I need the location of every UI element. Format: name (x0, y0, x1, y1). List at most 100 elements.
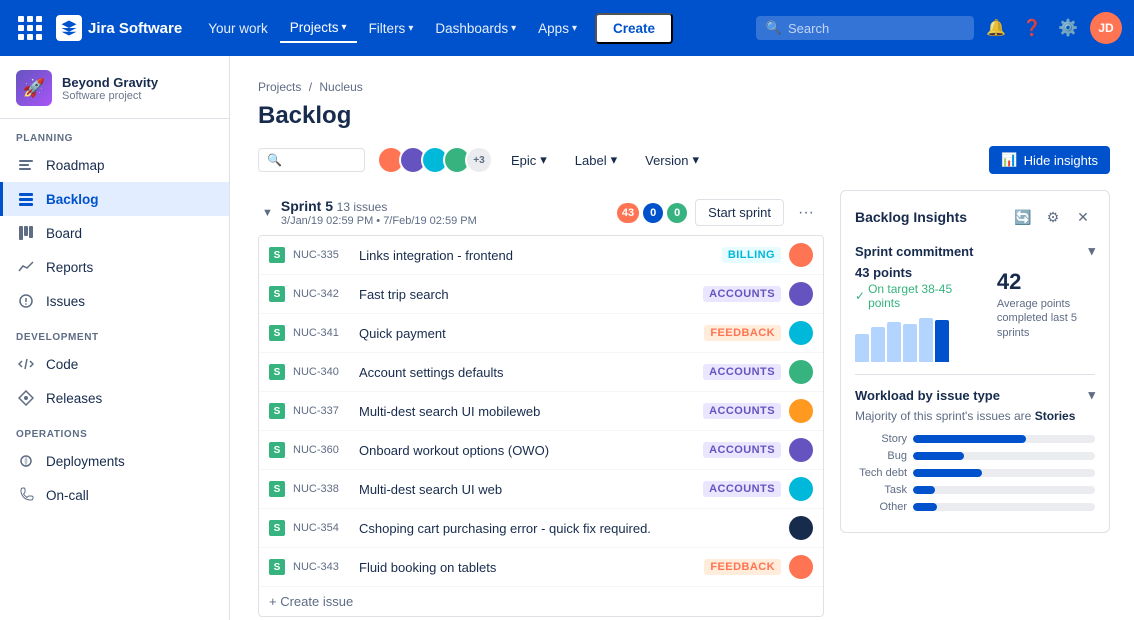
badge-orange: 43 (617, 203, 639, 223)
sidebar: 🚀 Beyond Gravity Software project PLANNI… (0, 56, 230, 620)
table-row[interactable]: S NUC-342 Fast trip search ACCOUNTS (259, 275, 823, 314)
dashboards-chevron: ▾ (511, 23, 516, 34)
issue-key: NUC-354 (293, 522, 351, 534)
issue-summary: Fluid booking on tablets (359, 560, 696, 575)
issues-label: Issues (46, 294, 85, 309)
table-row[interactable]: S NUC-337 Multi-dest search UI mobileweb… (259, 392, 823, 431)
search-issues-input[interactable] (286, 153, 356, 167)
project-name: Beyond Gravity (62, 75, 158, 90)
search-input[interactable] (788, 21, 964, 36)
badge-blue: 0 (643, 203, 663, 223)
nav-apps[interactable]: Apps ▾ (528, 15, 587, 42)
issue-key: NUC-338 (293, 483, 351, 495)
filters-chevron: ▾ (408, 23, 413, 34)
issue-label: BILLING (722, 247, 781, 263)
issue-summary: Fast trip search (359, 287, 695, 302)
issue-avatar (789, 555, 813, 579)
sidebar-item-issues[interactable]: Issues (0, 284, 229, 318)
on-call-icon (16, 485, 36, 505)
workload-row-other: Other (855, 501, 1095, 513)
issue-key: NUC-343 (293, 561, 351, 573)
table-row[interactable]: S NUC-354 Cshoping cart purchasing error… (259, 509, 823, 548)
epic-chevron: ▾ (540, 152, 547, 168)
sprint5-header[interactable]: ▼ Sprint 5 13 issues 3/Jan/19 02:59 PM •… (258, 190, 824, 235)
issue-type-icon: S (269, 559, 285, 575)
issue-avatar (789, 360, 813, 384)
insights-settings-icon[interactable]: ⚙ (1041, 205, 1065, 229)
main-content: ▼ Sprint 5 13 issues 3/Jan/19 02:59 PM •… (258, 190, 1110, 620)
sidebar-item-roadmap[interactable]: Roadmap (0, 148, 229, 182)
sidebar-item-reports[interactable]: Reports (0, 250, 229, 284)
insights-chart-icon: 📊 (1001, 152, 1017, 168)
label-filter[interactable]: Label ▾ (565, 147, 627, 173)
nav-your-work[interactable]: Your work (198, 15, 278, 42)
jira-logo-icon (56, 15, 82, 41)
hide-insights-button[interactable]: 📊 Hide insights (989, 146, 1110, 174)
issue-type-icon: S (269, 403, 285, 419)
sprint5-chevron: ▼ (262, 207, 273, 219)
sidebar-item-code[interactable]: Code (0, 347, 229, 381)
breadcrumb-projects[interactable]: Projects (258, 80, 301, 94)
apps-grid-icon[interactable] (12, 10, 48, 46)
workload-bar-fill-task (913, 486, 935, 494)
workload-label-story: Story (855, 433, 907, 445)
issue-key: NUC-342 (293, 288, 351, 300)
create-button[interactable]: Create (595, 13, 673, 44)
issue-key: NUC-341 (293, 327, 351, 339)
search-icon: 🔍 (766, 20, 782, 36)
search-issues-box[interactable]: 🔍 (258, 148, 365, 172)
chart-bar-4 (903, 324, 917, 362)
create-issue-button[interactable]: + Create issue (259, 587, 823, 616)
settings-icon[interactable]: ⚙️ (1054, 14, 1082, 42)
version-filter[interactable]: Version ▾ (635, 147, 709, 173)
sidebar-item-releases[interactable]: Releases (0, 381, 229, 415)
table-row[interactable]: S NUC-335 Links integration - frontend B… (259, 236, 823, 275)
issue-key: NUC-337 (293, 405, 351, 417)
avatar-overflow[interactable]: +3 (465, 146, 493, 174)
workload-bar-bg-techdebt (913, 469, 1095, 477)
workload-bar-fill-bug (913, 452, 964, 460)
start-sprint-button[interactable]: Start sprint (695, 199, 784, 226)
issue-key: NUC-360 (293, 444, 351, 456)
table-row[interactable]: S NUC-340 Account settings defaults ACCO… (259, 353, 823, 392)
assignee-filter[interactable]: +3 (377, 146, 493, 174)
breadcrumb-project[interactable]: Nucleus (319, 80, 362, 94)
sidebar-item-board[interactable]: Board (0, 216, 229, 250)
workload-label-other: Other (855, 501, 907, 513)
workload-row-story: Story (855, 433, 1095, 445)
jira-logo[interactable]: Jira Software (56, 15, 182, 41)
nav-filters[interactable]: Filters ▾ (359, 15, 424, 42)
table-row[interactable]: S NUC-343 Fluid booking on tablets FEEDB… (259, 548, 823, 587)
workload-bar-bg-bug (913, 452, 1095, 460)
insights-title: Backlog Insights (855, 209, 1005, 225)
user-avatar[interactable]: JD (1090, 12, 1122, 44)
insights-close-icon[interactable]: ✕ (1071, 205, 1095, 229)
insights-refresh-icon[interactable]: 🔄 (1011, 205, 1035, 229)
sprint5-count: 13 issues (337, 200, 388, 214)
sidebar-item-backlog[interactable]: Backlog (0, 182, 229, 216)
planning-section-label: PLANNING (0, 119, 229, 148)
sidebar-project[interactable]: 🚀 Beyond Gravity Software project (0, 56, 229, 119)
table-row[interactable]: S NUC-338 Multi-dest search UI web ACCOU… (259, 470, 823, 509)
search-box[interactable]: 🔍 (756, 16, 974, 40)
issue-label: FEEDBACK (704, 559, 781, 575)
epic-filter[interactable]: Epic ▾ (501, 147, 557, 173)
sprint5-badges: 43 0 0 (617, 203, 687, 223)
on-target-badge: ✓ On target 38-45 points (855, 282, 985, 310)
sprint5-more-button[interactable]: ··· (792, 200, 820, 226)
table-row[interactable]: S NUC-360 Onboard workout options (OWO) … (259, 431, 823, 470)
table-row[interactable]: S NUC-341 Quick payment FEEDBACK (259, 314, 823, 353)
sprint-commitment-title: Sprint commitment ▾ (855, 243, 1095, 259)
issue-avatar (789, 399, 813, 423)
backlog-label: Backlog (46, 192, 99, 207)
backlog-area: ▼ Sprint 5 13 issues 3/Jan/19 02:59 PM •… (258, 190, 824, 620)
sidebar-item-deployments[interactable]: Deployments (0, 444, 229, 478)
notifications-icon[interactable]: 🔔 (982, 14, 1010, 42)
top-navigation: Jira Software Your work Projects ▾ Filte… (0, 0, 1134, 56)
help-icon[interactable]: ❓ (1018, 14, 1046, 42)
nav-projects[interactable]: Projects ▾ (280, 14, 357, 43)
insights-header: Backlog Insights 🔄 ⚙ ✕ (855, 205, 1095, 229)
label-chevron: ▾ (611, 152, 618, 168)
sidebar-item-on-call[interactable]: On-call (0, 478, 229, 512)
nav-dashboards[interactable]: Dashboards ▾ (425, 15, 526, 42)
